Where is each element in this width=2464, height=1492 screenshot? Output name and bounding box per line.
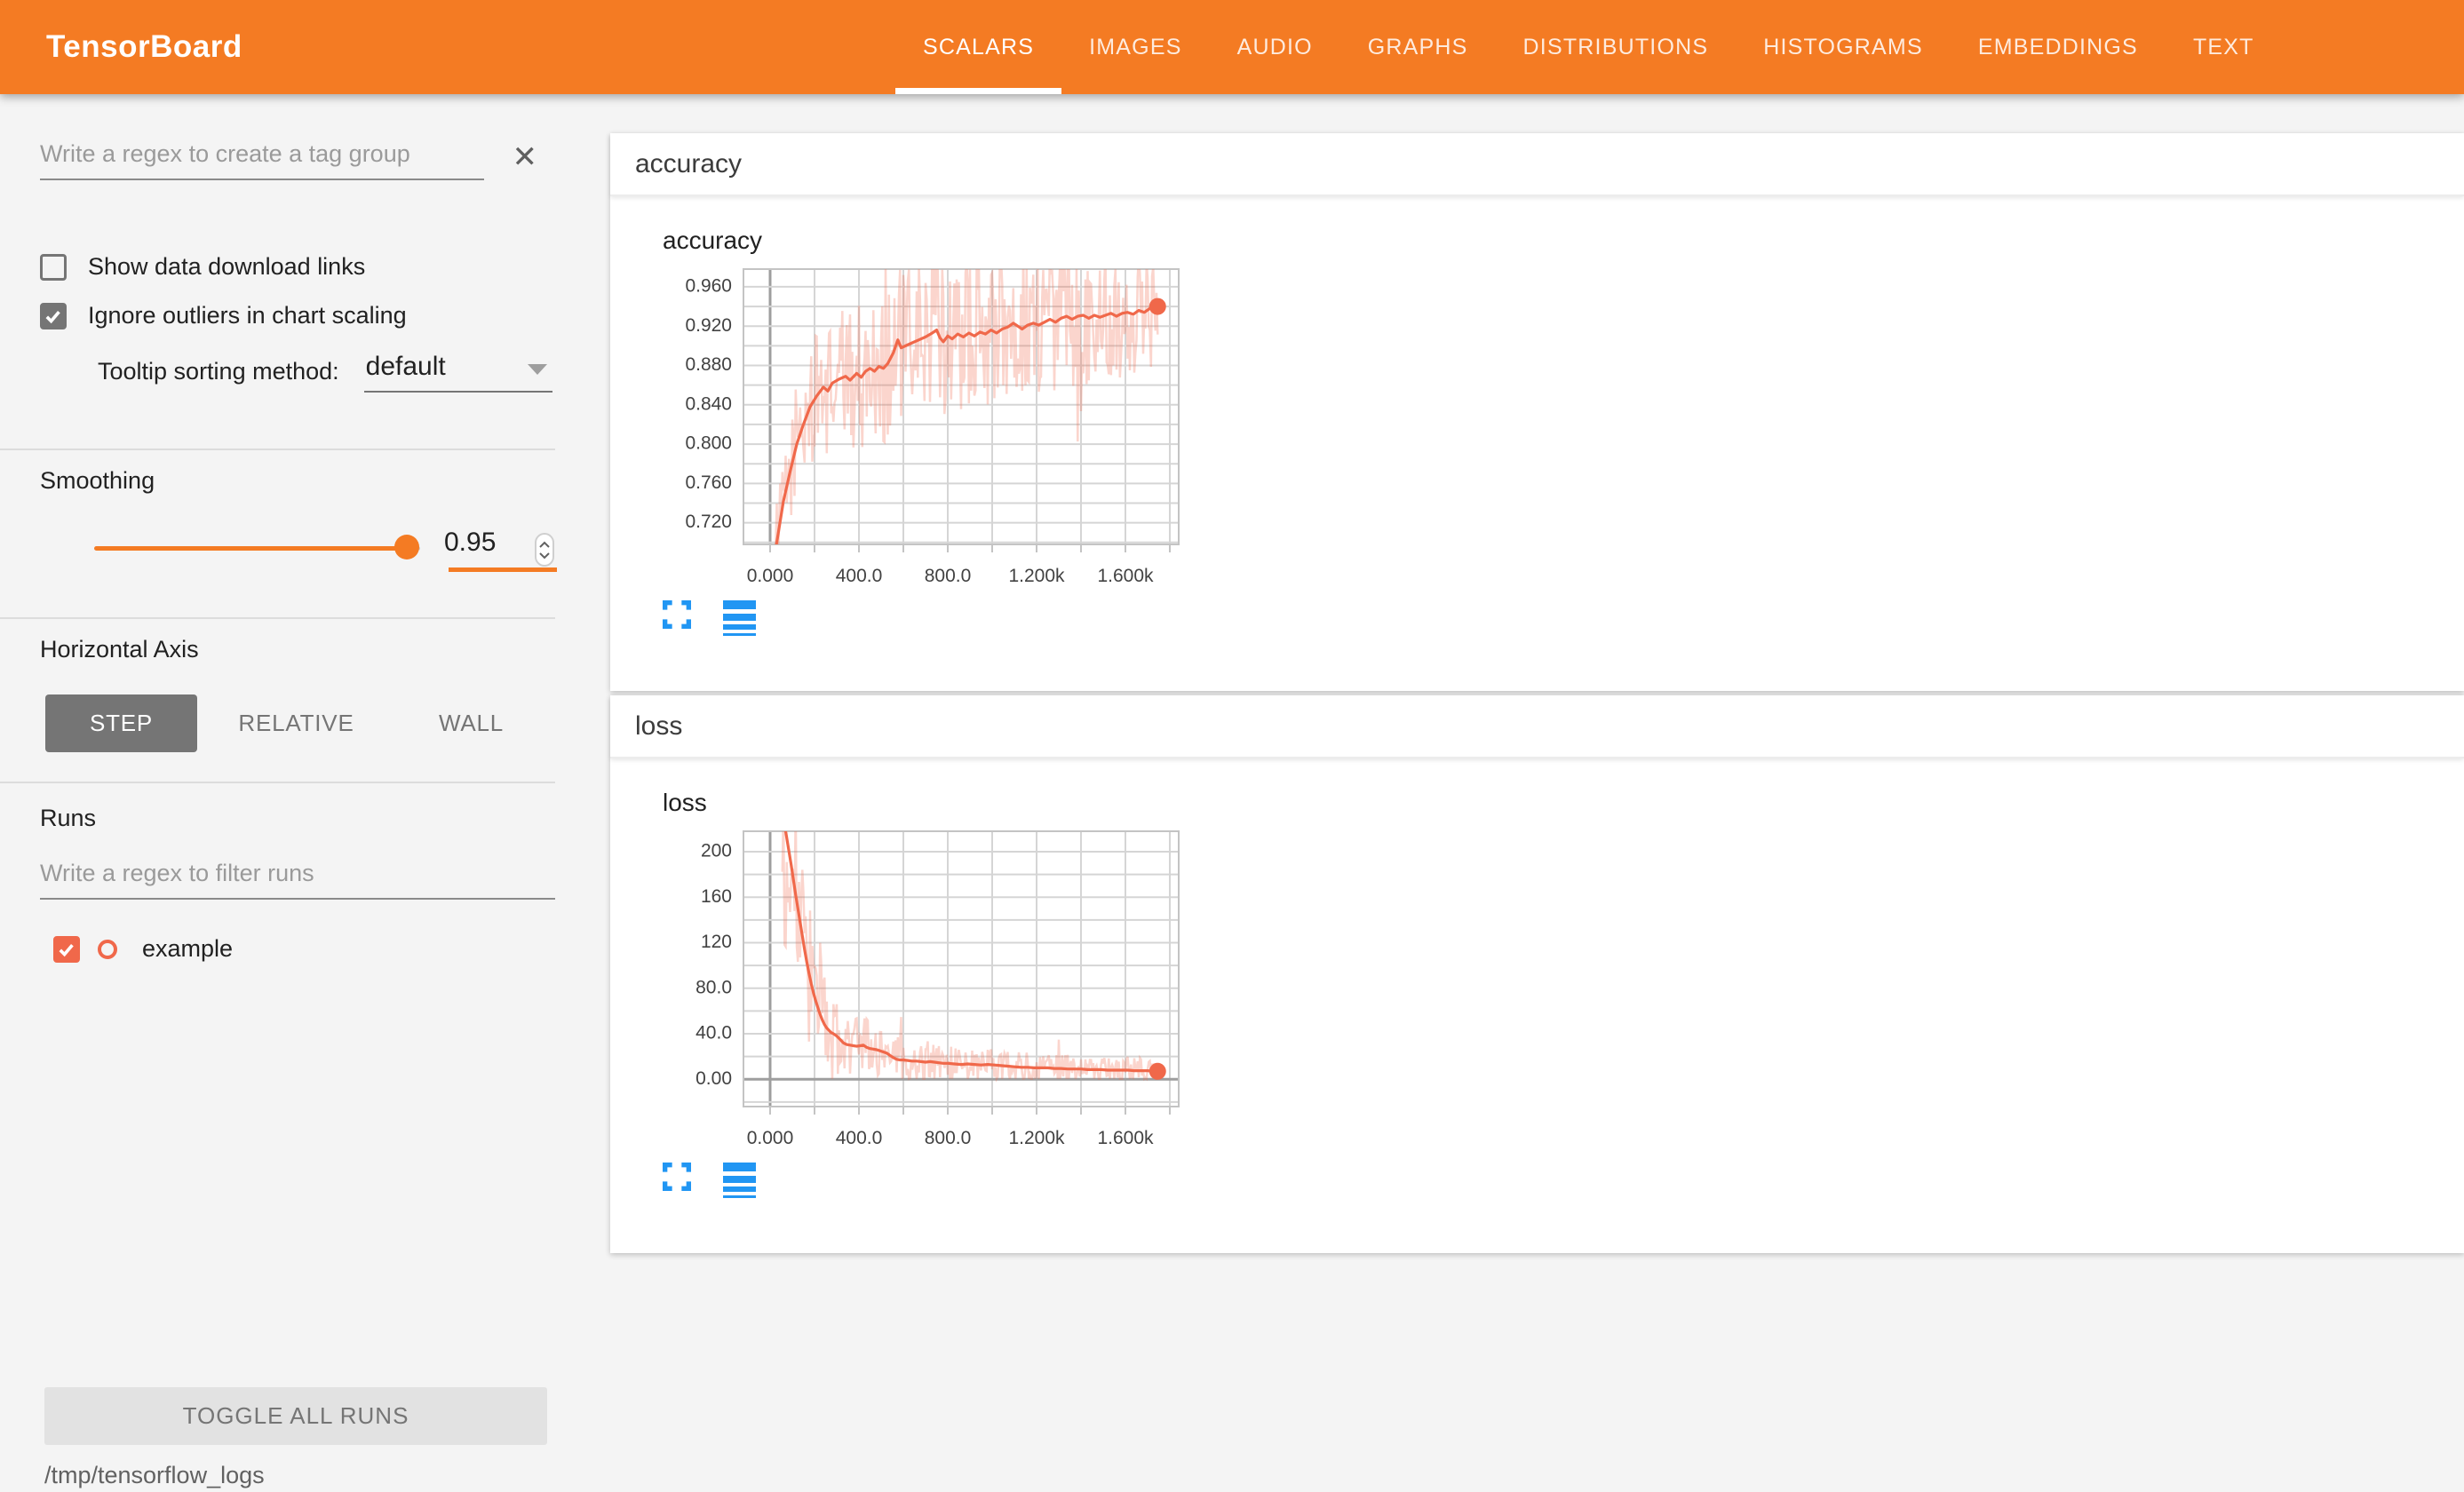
tag-group-section-accuracy: accuracy accuracy 0.7200.7600.8000.8400.… — [610, 133, 2464, 691]
tag-group-title: loss — [635, 711, 682, 742]
horizontal-bars-icon[interactable] — [723, 600, 756, 636]
app-header: TensorBoard SCALARSIMAGESAUDIOGRAPHSDIST… — [0, 0, 2464, 94]
tag-group-header[interactable]: accuracy — [610, 133, 2464, 196]
show-download-links-checkbox-row[interactable]: Show data download links — [40, 253, 365, 281]
checkbox-label: Ignore outliers in chart scaling — [88, 302, 407, 329]
svg-text:80.0: 80.0 — [695, 977, 732, 997]
ignore-outliers-checkbox-row[interactable]: Ignore outliers in chart scaling — [40, 302, 407, 329]
loss-chart[interactable]: 0.00 40.0 80.0 120 160 200 0.000 400.0 800.0 1.20… — [648, 822, 1201, 1153]
svg-text:40.0: 40.0 — [695, 1023, 732, 1044]
svg-text:0.000: 0.000 — [747, 566, 794, 586]
svg-text:160: 160 — [701, 886, 732, 907]
tag-group-title: accuracy — [635, 149, 742, 179]
runs-label: Runs — [40, 805, 96, 832]
app-title: TensorBoard — [46, 29, 242, 65]
svg-text:1.600k: 1.600k — [1097, 1128, 1154, 1148]
chevron-down-icon — [528, 364, 547, 375]
svg-text:0.720: 0.720 — [685, 512, 732, 532]
tab-audio[interactable]: AUDIO — [1210, 0, 1340, 94]
tab-distributions[interactable]: DISTRIBUTIONS — [1496, 0, 1737, 94]
fullscreen-expand-icon[interactable] — [663, 600, 691, 629]
horizontal-axis-buttons: STEP RELATIVE WALL — [45, 694, 570, 752]
divider — [0, 782, 555, 783]
svg-text:200: 200 — [701, 841, 732, 861]
run-row[interactable]: example — [53, 935, 233, 963]
svg-text:400.0: 400.0 — [836, 566, 883, 586]
log-directory-path: /tmp/tensorflow_logs — [44, 1462, 265, 1489]
tag-group-section-loss: loss loss 0.00 40.0 80.0 120 160 200 0.000 400.… — [610, 695, 2464, 1253]
run-filter-input[interactable] — [40, 860, 555, 900]
tab-text[interactable]: TEXT — [2166, 0, 2282, 94]
step-button[interactable]: STEP — [45, 694, 197, 752]
tag-group-body: loss 0.00 40.0 80.0 120 160 200 0.000 400.0 800.… — [610, 758, 2464, 1253]
svg-text:400.0: 400.0 — [836, 1128, 883, 1148]
tag-filter-input[interactable] — [40, 140, 484, 180]
svg-text:0.840: 0.840 — [685, 393, 732, 414]
tab-images[interactable]: IMAGES — [1061, 0, 1209, 94]
svg-text:120: 120 — [701, 932, 732, 952]
chart-actions — [663, 1163, 2464, 1198]
svg-text:0.920: 0.920 — [685, 315, 732, 336]
chart-title: accuracy — [663, 226, 2464, 255]
chevron-down-icon[interactable] — [538, 552, 551, 560]
run-label: example — [142, 935, 233, 963]
tag-group-header[interactable]: loss — [610, 695, 2464, 758]
smoothing-value[interactable]: 0.95 — [444, 528, 506, 558]
svg-text:0.880: 0.880 — [685, 354, 732, 375]
horizontal-axis-label: Horizontal Axis — [40, 636, 199, 663]
checkbox-icon[interactable] — [40, 303, 67, 329]
chart-actions — [663, 600, 2464, 636]
svg-text:0.000: 0.000 — [747, 1128, 794, 1148]
svg-text:800.0: 800.0 — [925, 1128, 972, 1148]
smoothing-label: Smoothing — [40, 467, 155, 495]
divider — [0, 617, 555, 619]
svg-text:800.0: 800.0 — [925, 566, 972, 586]
smoothing-slider-thumb[interactable] — [394, 535, 419, 560]
horizontal-bars-icon[interactable] — [723, 1163, 756, 1198]
chart-title: loss — [663, 789, 2464, 817]
svg-text:1.200k: 1.200k — [1008, 566, 1065, 586]
chevron-up-icon[interactable] — [538, 541, 551, 549]
checkbox-icon[interactable] — [40, 254, 67, 281]
tooltip-sorting-label: Tooltip sorting method: — [98, 358, 339, 393]
checkbox-label: Show data download links — [88, 253, 365, 281]
chart-card: accuracy 0.7200.7600.8000.8400.8800.9200… — [648, 226, 2464, 636]
relative-button[interactable]: RELATIVE — [220, 694, 372, 752]
chart-card: loss 0.00 40.0 80.0 120 160 200 0.000 400.0 800.… — [648, 789, 2464, 1198]
close-icon[interactable]: ✕ — [513, 142, 538, 172]
run-checkbox[interactable] — [53, 936, 80, 963]
main-content: accuracy accuracy 0.7200.7600.8000.8400.… — [610, 133, 2464, 1492]
dropdown-value: default — [366, 352, 446, 381]
fullscreen-expand-icon[interactable] — [663, 1163, 691, 1191]
tab-embeddings[interactable]: EMBEDDINGS — [1951, 0, 2166, 94]
svg-text:0.800: 0.800 — [685, 433, 732, 454]
wall-button[interactable]: WALL — [395, 694, 547, 752]
tab-histograms[interactable]: HISTOGRAMS — [1736, 0, 1951, 94]
sidebar: ✕ Show data download links Ignore outlie… — [0, 94, 558, 1492]
smoothing-stepper[interactable] — [535, 533, 554, 567]
svg-text:1.200k: 1.200k — [1008, 1128, 1065, 1148]
tooltip-sorting-dropdown[interactable]: default — [364, 352, 552, 393]
accuracy-chart[interactable]: 0.720 0.760 0.800 0.840 0.880 0.920 0.960 0.000… — [648, 260, 1201, 591]
svg-text:0.760: 0.760 — [685, 472, 732, 493]
run-filter-row — [40, 860, 555, 900]
divider — [0, 448, 555, 450]
tag-group-body: accuracy 0.7200.7600.8000.8400.8800.9200… — [610, 196, 2464, 691]
smoothing-value-underline — [449, 567, 557, 572]
run-color-indicator — [98, 940, 117, 959]
tab-graphs[interactable]: GRAPHS — [1340, 0, 1496, 94]
tooltip-sorting-row: Tooltip sorting method: default — [98, 352, 552, 393]
tag-filter-row: ✕ — [40, 140, 537, 180]
svg-text:0.00: 0.00 — [695, 1068, 732, 1089]
tab-scalars[interactable]: SCALARS — [895, 0, 1061, 94]
tab-bar: SCALARSIMAGESAUDIOGRAPHSDISTRIBUTIONSHIS… — [895, 0, 2282, 94]
toggle-all-runs-button[interactable]: TOGGLE ALL RUNS — [44, 1387, 547, 1445]
svg-text:1.600k: 1.600k — [1097, 566, 1154, 586]
smoothing-slider[interactable] — [94, 546, 420, 551]
svg-text:0.960: 0.960 — [685, 275, 732, 296]
